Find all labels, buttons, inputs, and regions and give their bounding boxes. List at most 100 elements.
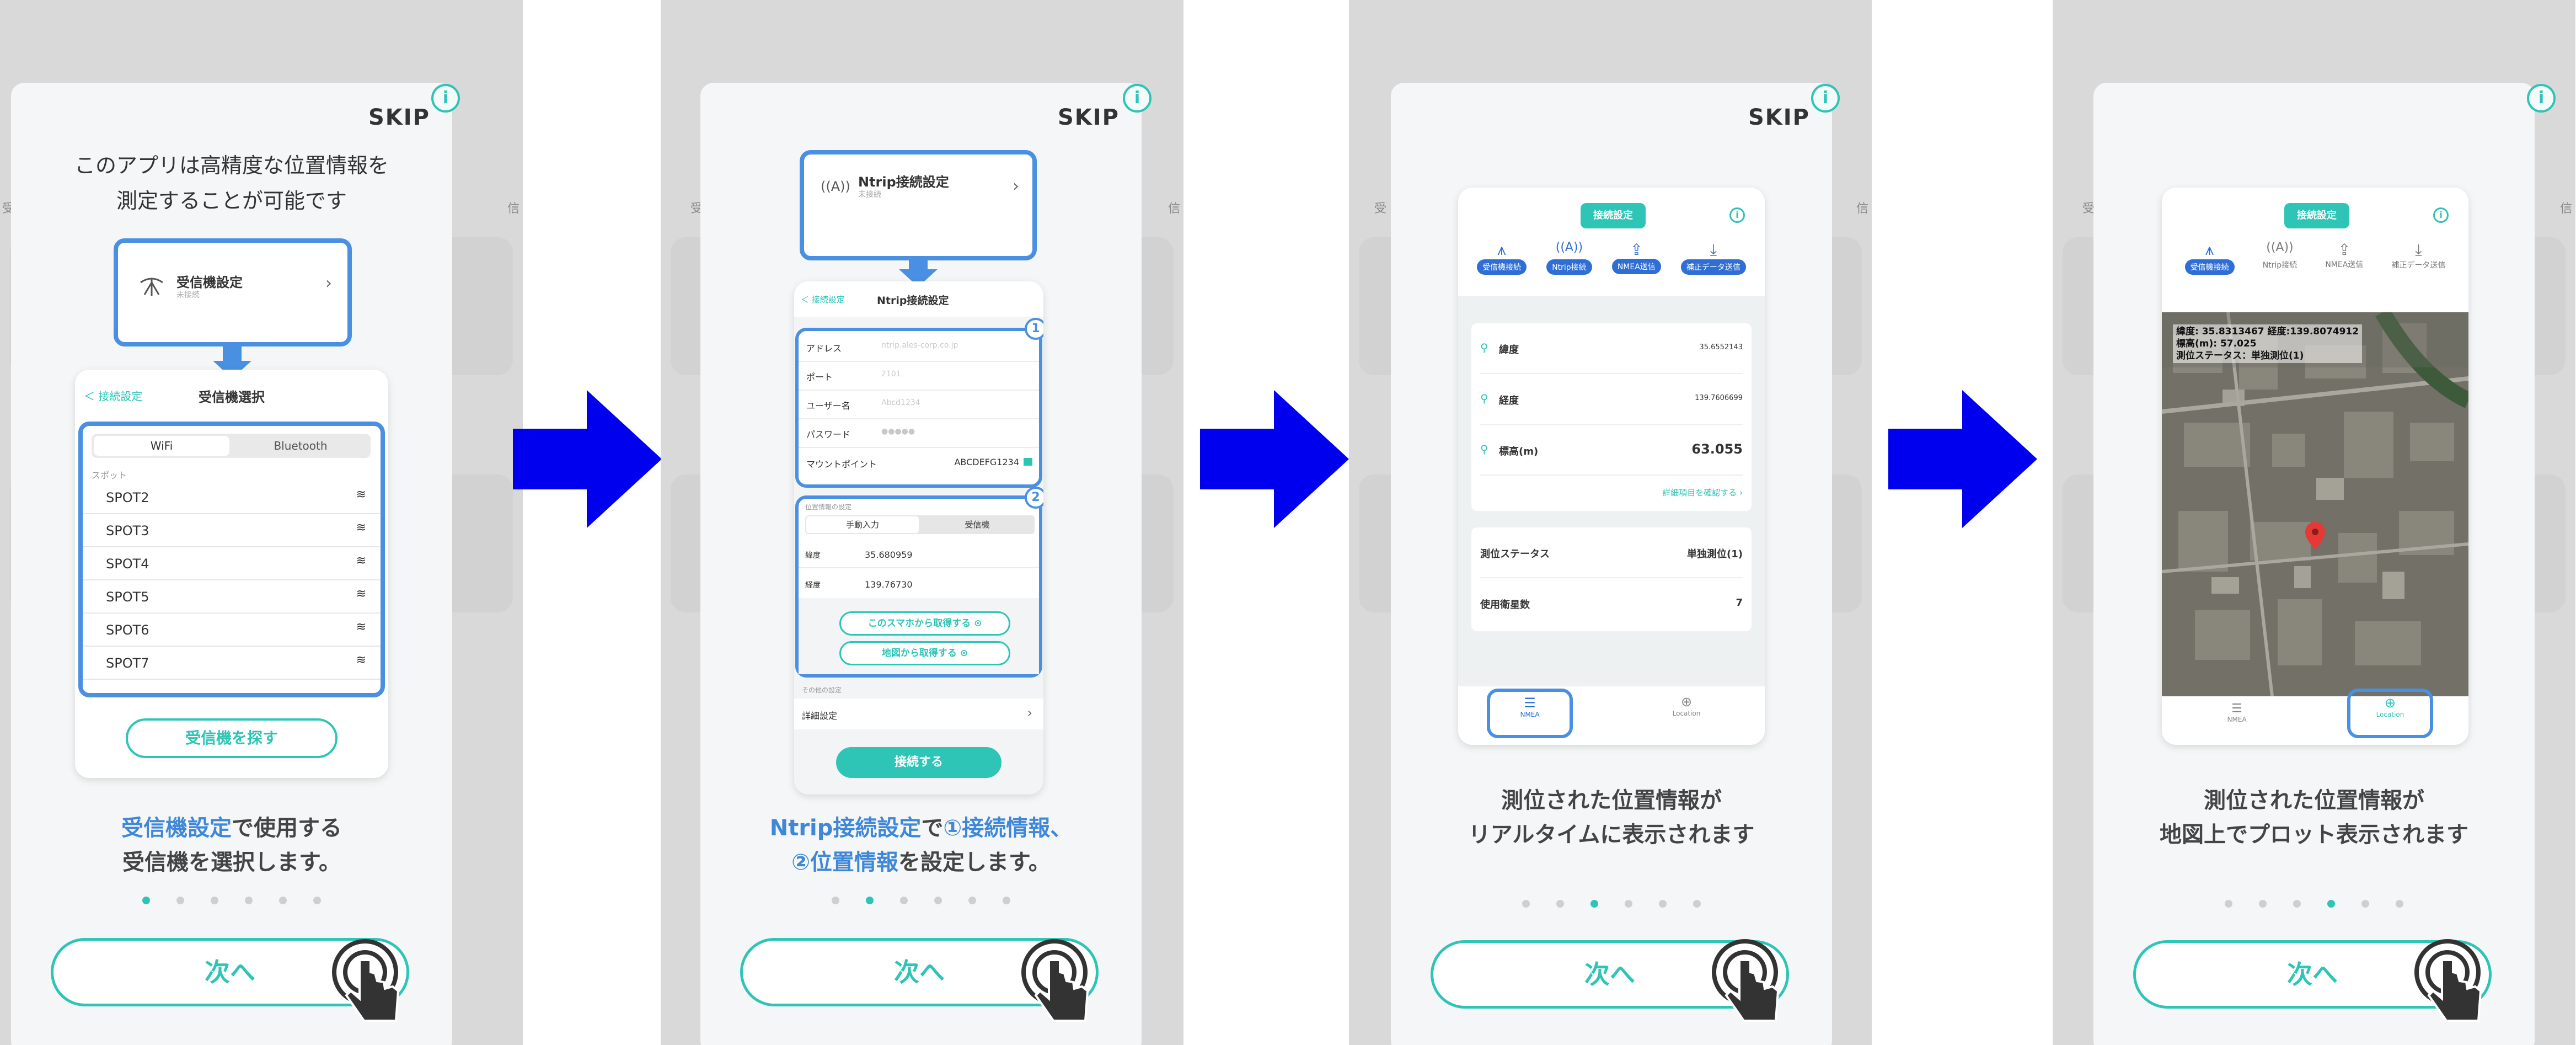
skip-button[interactable]: SKIP [1748,105,1810,130]
connection-settings-button[interactable]: 接続設定 [2284,203,2349,228]
ntrip-setting-card[interactable]: ((A)) Ntrip接続設定 未接続 › [800,150,1037,260]
nmea-tab[interactable]: ☰ NMEA [2204,702,2270,723]
skip-button[interactable]: SKIP [1058,105,1120,130]
detail-link[interactable]: 詳細項目を確認する › [1662,487,1743,498]
search-receiver-button[interactable]: 受信機を探す [126,718,338,758]
tab-correction[interactable]: ⤓ 補正データ送信 [1680,241,1746,275]
longitude-value[interactable]: 139.76730 [865,579,913,590]
tab-receiver-connect[interactable]: ⩚ 受信機接続 [1477,241,1527,275]
upload-icon: ⇪ [1630,241,1643,259]
satellite-map[interactable]: 緯度: 35.8313467 経度:139.8074912 標高(m): 57.… [2162,312,2468,696]
tab-nmea[interactable]: ⇪ NMEA送信 [1611,241,1661,275]
page-dot[interactable] [2361,900,2369,908]
field-value[interactable]: Abcd1234 [881,398,920,407]
info-icon[interactable]: i [2527,84,2556,113]
page-dot[interactable] [1522,900,1530,908]
info-icon[interactable]: i [2433,207,2449,223]
page-dot[interactable] [2225,900,2232,908]
signal-icon: ((A)) [1555,241,1583,254]
spot-name: SPOT5 [106,589,149,605]
location-tab-highlight[interactable]: ⊕ Location [2347,689,2433,738]
page-dot[interactable] [1659,900,1667,908]
status-tabs: ⩚ 受信機接続 ((A)) Ntrip接続 ⇪ NMEA送信 ⤓ 補正データ送信 [2162,241,2468,275]
info-icon[interactable]: i [1811,84,1840,113]
tab-ntrip[interactable]: ((A)) Ntrip接続 [2263,241,2297,275]
get-from-phone-button[interactable]: このスマホから取得する ⊙ [839,611,1010,636]
connection-settings-button[interactable]: 接続設定 [1581,203,1646,228]
detail-settings-row[interactable]: 詳細設定 › [794,699,1043,729]
spot-list-item[interactable]: SPOT3 ≋ [83,514,381,547]
caption: Ntrip接続設定で①接続情報、 ②位置情報を設定します。 [700,811,1142,879]
background-text: 信 [1167,202,1180,216]
background-text: 信 [2559,202,2572,216]
tab-receiver-connect[interactable]: ⩚ 受信機接続 [2184,241,2235,275]
location-pin-icon [2305,522,2325,550]
tab-correction[interactable]: ⤓ 補正データ送信 [2391,241,2445,275]
page-dot[interactable] [2259,900,2267,908]
field-value[interactable]: 2101 [881,370,901,378]
caption-line-2: 受信機を選択します。 [122,850,341,875]
tap-hand-icon [332,939,400,1022]
tab-wifi[interactable]: WiFi [94,436,229,456]
page-dot[interactable] [934,897,942,904]
spot-list-item[interactable]: SPOT7 ≋ [83,647,381,680]
latitude-value[interactable]: 35.680959 [865,550,913,560]
connect-button[interactable]: 接続する [836,747,1002,778]
spot-list-item[interactable]: SPOT5 ≋ [83,580,381,614]
tab-bluetooth[interactable]: Bluetooth [233,436,368,456]
page-dot[interactable] [2293,900,2301,908]
tab-nmea[interactable]: ⇪ NMEA送信 [2325,241,2363,275]
field-value[interactable]: ●●●●● [881,427,915,436]
nmea-tab-highlight[interactable]: ☰ NMEA [1487,689,1573,738]
page-dot[interactable] [1003,897,1010,904]
page-dot[interactable] [1556,900,1564,908]
page-dot[interactable] [2327,900,2335,908]
mount-point-value[interactable]: ABCDEFG1234 [954,457,1019,467]
position-row: ⚲ 緯度 35.6552143 [1480,323,1743,374]
page-dot[interactable] [832,897,839,904]
page-dots [11,896,452,907]
info-icon[interactable]: i [431,84,460,113]
form-field-row[interactable]: ポート 2101 [799,362,1039,391]
page-dot[interactable] [866,897,874,904]
form-field-row[interactable]: アドレス ntrip.ales-corp.co.jp [799,333,1039,362]
get-from-map-button[interactable]: 地図から取得する ⊙ [839,641,1010,665]
page-dot[interactable] [1590,900,1598,908]
skip-button[interactable]: SKIP [368,105,430,130]
page-dot[interactable] [2396,900,2403,908]
page-dot[interactable] [900,897,908,904]
spot-list-item[interactable]: SPOT6 ≋ [83,614,381,647]
caption-highlight: 受信機設定 [121,815,232,841]
info-icon[interactable]: i [1729,207,1745,223]
page-dot[interactable] [211,897,218,904]
ntrip-card-sub: 未接続 [858,190,881,199]
tab-label: Ntrip接続 [2262,261,2297,270]
location-tab[interactable]: ⊕ Location [1653,694,1720,717]
page-dot[interactable] [142,897,150,904]
nmea-tab-label: NMEA [1520,711,1540,718]
spot-list-item[interactable]: SPOT4 ≋ [83,547,381,580]
tab-ntrip[interactable]: ((A)) Ntrip接続 [1546,241,1592,275]
page-dot[interactable] [313,897,321,904]
form-field-row[interactable]: ユーザー名 Abcd1234 [799,391,1039,419]
tab-receiver[interactable]: 受信機 [921,516,1033,533]
field-value[interactable]: ntrip.ales-corp.co.jp [881,341,958,350]
page-dot[interactable] [1625,900,1632,908]
spot-name: SPOT2 [106,490,149,505]
page-dot[interactable] [245,897,253,904]
page-dot[interactable] [279,897,287,904]
spot-list-item[interactable]: SPOT2 ≋ [83,481,381,514]
get-from-map-label: 地図から取得する [881,648,957,659]
position-label: 緯度 [1499,344,1519,356]
page-dot[interactable] [1693,900,1701,908]
page-dot[interactable] [968,897,976,904]
tab-manual[interactable]: 手動入力 [806,516,919,533]
form-header: ＜ 接続設定 Ntrip接続設定 [794,281,1043,317]
info-icon[interactable]: i [1123,84,1152,113]
form-field-row[interactable]: パスワード ●●●●● [799,419,1039,448]
page-dot[interactable] [176,897,184,904]
back-link[interactable]: ＜ 接続設定 [801,294,845,305]
tab-label: 補正データ送信 [2391,261,2446,270]
receiver-setting-card[interactable]: 受信機設定 未接続 › [114,238,352,346]
status-card: 測位ステータス 単独測位(1) 使用衛星数 7 [1471,527,1752,631]
